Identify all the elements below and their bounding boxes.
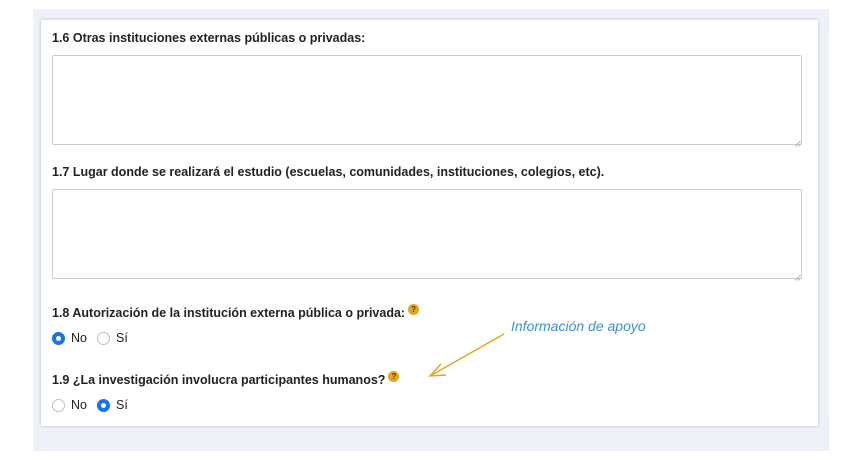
resize-grip-icon[interactable]	[794, 274, 801, 281]
question-1-9-label: 1.9 ¿La investigación involucra particip…	[52, 373, 386, 387]
radio-1-8-si-label[interactable]: Sí	[116, 331, 128, 345]
radio-1-9-si[interactable]	[96, 398, 110, 412]
question-1-7-label: 1.7 Lugar donde se realizará el estudio …	[52, 165, 605, 179]
question-1-9-label-row: 1.9 ¿La investigación involucra particip…	[52, 371, 400, 387]
question-1-9-options: No Sí	[52, 397, 138, 413]
question-1-8-options: No Sí	[52, 330, 138, 346]
question-1-6-label: 1.6 Otras instituciones externas pública…	[52, 31, 366, 45]
question-1-6-textarea[interactable]	[52, 55, 802, 145]
question-1-8-label: 1.8 Autorización de la institución exter…	[52, 306, 406, 320]
radio-1-8-no-label[interactable]: No	[71, 331, 87, 345]
radio-1-9-si-label[interactable]: Sí	[116, 398, 128, 412]
question-1-7-textarea[interactable]	[52, 189, 802, 279]
radio-1-8-no[interactable]	[52, 331, 65, 345]
question-help-icon[interactable]: ?	[388, 371, 400, 382]
radio-1-9-no-label[interactable]: No	[71, 398, 87, 412]
resize-grip-icon[interactable]	[794, 140, 801, 147]
question-1-8-label-row: 1.8 Autorización de la institución exter…	[52, 304, 420, 320]
annotation-label: Información de apoyo	[511, 318, 646, 334]
radio-1-8-si[interactable]	[96, 331, 110, 345]
radio-1-9-no[interactable]	[52, 398, 65, 412]
question-help-icon[interactable]: ?	[408, 304, 420, 315]
